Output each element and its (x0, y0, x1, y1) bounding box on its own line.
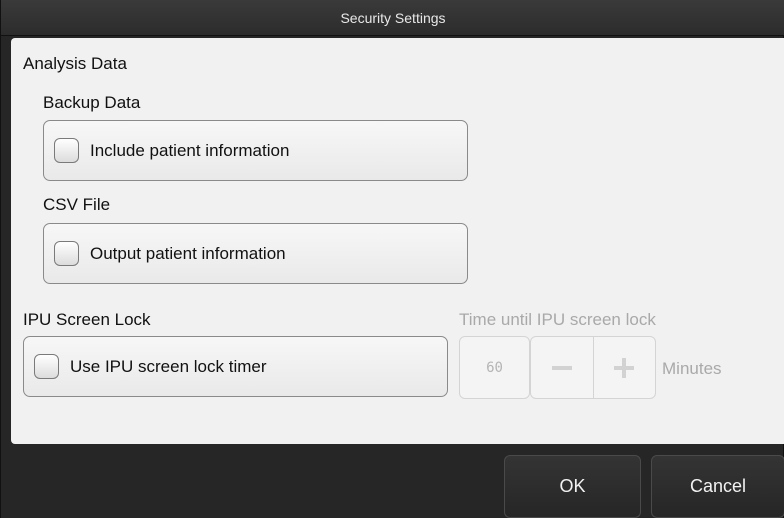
increment-button (592, 337, 656, 398)
lock-timer-value-field: 60 (459, 336, 530, 399)
include-patient-info-option[interactable]: Include patient information (43, 120, 468, 181)
output-patient-info-option[interactable]: Output patient information (43, 223, 468, 284)
dialog-title: Security Settings (340, 9, 446, 26)
csv-file-heading: CSV File (43, 195, 111, 214)
include-patient-info-label: Include patient information (90, 140, 290, 160)
cancel-button[interactable]: Cancel (651, 455, 784, 518)
ok-button[interactable]: OK (504, 455, 641, 518)
include-patient-info-checkbox[interactable] (54, 138, 79, 163)
lock-timer-value: 60 (486, 359, 503, 376)
security-settings-dialog: Security Settings Analysis Data Backup D… (0, 0, 784, 518)
settings-panel: Analysis Data Backup Data Include patien… (11, 38, 784, 444)
minus-icon (551, 365, 572, 370)
ipu-screen-lock-label: Use IPU screen lock timer (70, 356, 267, 376)
lock-timer-heading: Time until IPU screen lock (459, 310, 656, 329)
analysis-data-heading: Analysis Data (23, 54, 127, 73)
lock-timer-stepper (530, 336, 656, 399)
backup-data-heading: Backup Data (43, 93, 141, 112)
dialog-titlebar: Security Settings (1, 0, 784, 36)
decrement-button (531, 337, 593, 398)
lock-timer-unit: Minutes (662, 359, 722, 378)
output-patient-info-checkbox[interactable] (54, 241, 79, 266)
plus-icon (614, 357, 635, 378)
ipu-screen-lock-heading: IPU Screen Lock (23, 310, 151, 329)
ipu-screen-lock-option[interactable]: Use IPU screen lock timer (23, 336, 448, 397)
ipu-screen-lock-checkbox[interactable] (34, 354, 59, 379)
output-patient-info-label: Output patient information (90, 243, 286, 263)
